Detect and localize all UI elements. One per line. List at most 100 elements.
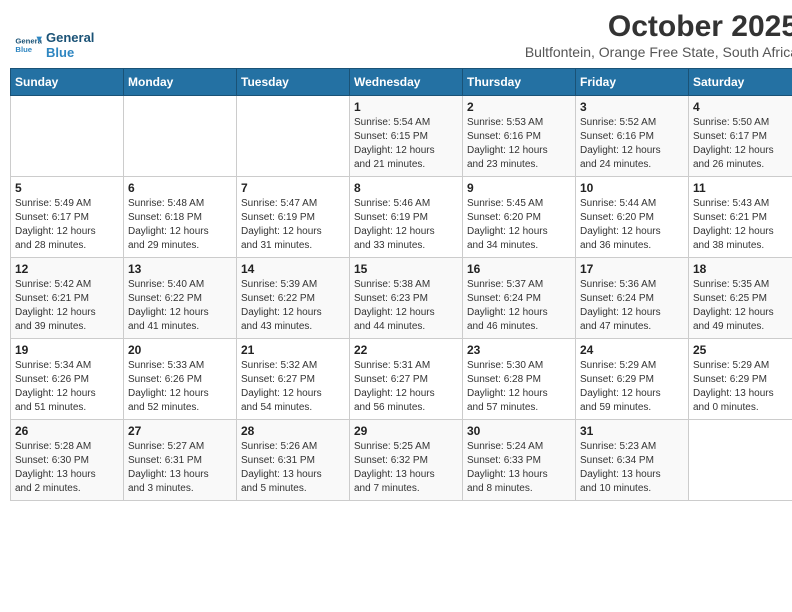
cell-day-number: 13 (128, 262, 232, 276)
cell-info-text: Sunrise: 5:52 AMSunset: 6:16 PMDaylight:… (580, 116, 684, 172)
calendar-cell: 20Sunrise: 5:33 AMSunset: 6:26 PMDayligh… (124, 339, 237, 420)
cell-day-number: 26 (15, 424, 119, 438)
weekday-header-sunday: Sunday (11, 69, 124, 96)
calendar-cell: 13 Sunrise: 5:40 AMSunset: 6:22 PMDayligh… (124, 258, 237, 339)
cell-info-text: Sunrise: 5:23 AMSunset: 6:34 PMDaylight:… (580, 440, 684, 496)
calendar-cell: 24 Sunrise: 5:29 AMSunset: 6:29 PMDayligh… (576, 339, 689, 420)
cell-day-number: 6 (128, 181, 232, 195)
cell-info-text: Sunrise: 5:47 AMSunset: 6:19 PMDaylight:… (241, 197, 345, 253)
logo-general: General (46, 30, 94, 45)
cell-day-number: 8 (354, 181, 458, 195)
weekday-header-thursday: Thursday (463, 69, 576, 96)
cell-day-number: 10 (580, 181, 684, 195)
cell-info-text: Sunrise: 5:54 AMSunset: 6:15 PMDaylight:… (354, 116, 458, 172)
cell-info-text: Sunrise: 5:27 AMSunset: 6:31 PMDaylight:… (128, 440, 232, 496)
cell-info-text: Sunrise: 5:32 AMSunset: 6:27 PMDaylight:… (241, 359, 345, 415)
calendar-cell: 4 Sunrise: 5:50 AMSunset: 6:17 PMDaylight… (689, 96, 792, 177)
cell-info-text: Sunrise: 5:39 AMSunset: 6:22 PMDaylight:… (241, 278, 345, 334)
calendar-cell (689, 420, 792, 501)
svg-text:Blue: Blue (15, 45, 32, 54)
cell-info-text: Sunrise: 5:46 AMSunset: 6:19 PMDaylight:… (354, 197, 458, 253)
cell-day-number: 2 (467, 100, 571, 114)
cell-day-number: 9 (467, 181, 571, 195)
cell-info-text: Sunrise: 5:40 AMSunset: 6:22 PMDaylight:… (128, 278, 232, 334)
location-title: Bultfontein, Orange Free State, South Af… (525, 44, 792, 60)
cell-info-text: Sunrise: 5:35 AMSunset: 6:25 PMDaylight:… (693, 278, 792, 334)
cell-day-number: 7 (241, 181, 345, 195)
calendar-cell: 16Sunrise: 5:37 AMSunset: 6:24 PMDayligh… (463, 258, 576, 339)
cell-day-number: 3 (580, 100, 684, 114)
cell-day-number: 30 (467, 424, 571, 438)
cell-info-text: Sunrise: 5:38 AMSunset: 6:23 PMDaylight:… (354, 278, 458, 334)
cell-day-number: 28 (241, 424, 345, 438)
calendar-cell: 2 Sunrise: 5:53 AMSunset: 6:16 PMDaylight… (463, 96, 576, 177)
calendar-cell: 10 Sunrise: 5:44 AMSunset: 6:20 PMDayligh… (576, 177, 689, 258)
weekday-header-monday: Monday (124, 69, 237, 96)
calendar-cell: 28 Sunrise: 5:26 AMSunset: 6:31 PMDayligh… (237, 420, 350, 501)
calendar-cell: 6 Sunrise: 5:48 AMSunset: 6:18 PMDaylight… (124, 177, 237, 258)
cell-day-number: 16 (467, 262, 571, 276)
calendar-cell: 30 Sunrise: 5:24 AMSunset: 6:33 PMDayligh… (463, 420, 576, 501)
calendar-cell: 8 Sunrise: 5:46 AMSunset: 6:19 PMDaylight… (350, 177, 463, 258)
calendar-cell (11, 96, 124, 177)
calendar-cell: 11Sunrise: 5:43 AMSunset: 6:21 PMDayligh… (689, 177, 792, 258)
cell-day-number: 22 (354, 343, 458, 357)
calendar-cell: 7 Sunrise: 5:47 AMSunset: 6:19 PMDaylight… (237, 177, 350, 258)
cell-day-number: 18 (693, 262, 792, 276)
calendar-cell: 22 Sunrise: 5:31 AMSunset: 6:27 PMDayligh… (350, 339, 463, 420)
weekday-header-saturday: Saturday (689, 69, 792, 96)
calendar-cell: 26 Sunrise: 5:28 AMSunset: 6:30 PMDayligh… (11, 420, 124, 501)
cell-info-text: Sunrise: 5:24 AMSunset: 6:33 PMDaylight:… (467, 440, 571, 496)
calendar-cell: 31 Sunrise: 5:23 AMSunset: 6:34 PMDayligh… (576, 420, 689, 501)
logo-blue: Blue (46, 45, 94, 60)
calendar-cell: 5 Sunrise: 5:49 AMSunset: 6:17 PMDaylight… (11, 177, 124, 258)
cell-day-number: 23 (467, 343, 571, 357)
cell-day-number: 1 (354, 100, 458, 114)
cell-day-number: 4 (693, 100, 792, 114)
cell-info-text: Sunrise: 5:49 AMSunset: 6:17 PMDaylight:… (15, 197, 119, 253)
cell-day-number: 12 (15, 262, 119, 276)
cell-info-text: Sunrise: 5:44 AMSunset: 6:20 PMDaylight:… (580, 197, 684, 253)
cell-info-text: Sunrise: 5:53 AMSunset: 6:16 PMDaylight:… (467, 116, 571, 172)
calendar-cell (124, 96, 237, 177)
cell-info-text: Sunrise: 5:48 AMSunset: 6:18 PMDaylight:… (128, 197, 232, 253)
logo: General Blue General Blue (14, 30, 94, 60)
weekday-header-friday: Friday (576, 69, 689, 96)
cell-info-text: Sunrise: 5:25 AMSunset: 6:32 PMDaylight:… (354, 440, 458, 496)
calendar-cell: 21Sunrise: 5:32 AMSunset: 6:27 PMDayligh… (237, 339, 350, 420)
calendar-table: SundayMondayTuesdayWednesdayThursdayFrid… (10, 68, 792, 501)
cell-info-text: Sunrise: 5:31 AMSunset: 6:27 PMDaylight:… (354, 359, 458, 415)
cell-day-number: 27 (128, 424, 232, 438)
logo-icon: General Blue (14, 31, 42, 59)
cell-info-text: Sunrise: 5:28 AMSunset: 6:30 PMDaylight:… (15, 440, 119, 496)
cell-info-text: Sunrise: 5:50 AMSunset: 6:17 PMDaylight:… (693, 116, 792, 172)
cell-info-text: Sunrise: 5:45 AMSunset: 6:20 PMDaylight:… (467, 197, 571, 253)
cell-info-text: Sunrise: 5:33 AMSunset: 6:26 PMDaylight:… (128, 359, 232, 415)
calendar-cell: 25Sunrise: 5:29 AMSunset: 6:29 PMDayligh… (689, 339, 792, 420)
cell-day-number: 5 (15, 181, 119, 195)
cell-day-number: 14 (241, 262, 345, 276)
calendar-cell: 1 Sunrise: 5:54 AMSunset: 6:15 PMDaylight… (350, 96, 463, 177)
calendar-cell: 27 Sunrise: 5:27 AMSunset: 6:31 PMDayligh… (124, 420, 237, 501)
weekday-header-wednesday: Wednesday (350, 69, 463, 96)
cell-info-text: Sunrise: 5:34 AMSunset: 6:26 PMDaylight:… (15, 359, 119, 415)
calendar-cell: 29 Sunrise: 5:25 AMSunset: 6:32 PMDayligh… (350, 420, 463, 501)
cell-day-number: 24 (580, 343, 684, 357)
cell-day-number: 11 (693, 181, 792, 195)
cell-info-text: Sunrise: 5:42 AMSunset: 6:21 PMDaylight:… (15, 278, 119, 334)
cell-info-text: Sunrise: 5:29 AMSunset: 6:29 PMDaylight:… (580, 359, 684, 415)
calendar-cell: 9 Sunrise: 5:45 AMSunset: 6:20 PMDaylight… (463, 177, 576, 258)
calendar-cell: 17 Sunrise: 5:36 AMSunset: 6:24 PMDayligh… (576, 258, 689, 339)
cell-info-text: Sunrise: 5:29 AMSunset: 6:29 PMDaylight:… (693, 359, 792, 415)
cell-day-number: 17 (580, 262, 684, 276)
cell-info-text: Sunrise: 5:36 AMSunset: 6:24 PMDaylight:… (580, 278, 684, 334)
cell-day-number: 29 (354, 424, 458, 438)
cell-info-text: Sunrise: 5:26 AMSunset: 6:31 PMDaylight:… (241, 440, 345, 496)
calendar-cell (237, 96, 350, 177)
calendar-cell: 23Sunrise: 5:30 AMSunset: 6:28 PMDayligh… (463, 339, 576, 420)
calendar-cell: 14 Sunrise: 5:39 AMSunset: 6:22 PMDayligh… (237, 258, 350, 339)
calendar-cell: 3 Sunrise: 5:52 AMSunset: 6:16 PMDaylight… (576, 96, 689, 177)
calendar-cell: 15Sunrise: 5:38 AMSunset: 6:23 PMDayligh… (350, 258, 463, 339)
calendar-cell: 12 Sunrise: 5:42 AMSunset: 6:21 PMDayligh… (11, 258, 124, 339)
cell-day-number: 31 (580, 424, 684, 438)
